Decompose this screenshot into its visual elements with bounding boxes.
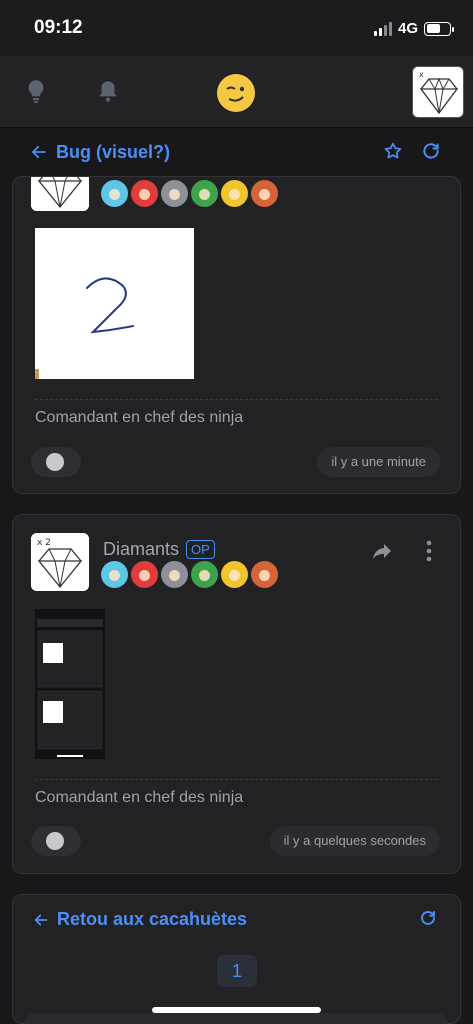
badge-icon[interactable] — [251, 180, 278, 207]
op-badge: OP — [186, 540, 215, 559]
back-arrow-icon[interactable] — [30, 143, 48, 161]
badge-icon[interactable] — [101, 561, 128, 588]
badge-icon[interactable] — [161, 180, 188, 207]
badge-icon[interactable] — [161, 561, 188, 588]
refresh-icon[interactable] — [419, 909, 437, 927]
author-avatar[interactable]: x 2 — [31, 533, 89, 591]
badge-icon[interactable] — [251, 561, 278, 588]
status-bar: 09:12 4G — [0, 0, 473, 56]
post-timestamp[interactable]: il y a quelques secondes — [269, 826, 440, 856]
badge-icon[interactable] — [131, 561, 158, 588]
back-arrow-icon — [34, 913, 48, 926]
home-indicator[interactable] — [152, 1007, 321, 1013]
battery-icon — [424, 21, 454, 36]
post-card: x 2 Diamants OP Comandant en chef des ni… — [12, 514, 461, 874]
author-avatar[interactable] — [31, 177, 89, 211]
badge-icon[interactable] — [131, 180, 158, 207]
refresh-icon[interactable] — [421, 141, 441, 161]
post-timestamp[interactable]: il y a une minute — [317, 447, 440, 477]
user-avatar[interactable]: x — [412, 66, 464, 118]
network-label: 4G — [397, 20, 418, 37]
badge-icon[interactable] — [191, 180, 218, 207]
badge-list — [101, 180, 278, 207]
svg-text:x 2: x 2 — [37, 538, 51, 548]
post-signature: Comandant en chef des ninja — [35, 789, 244, 806]
badge-icon[interactable] — [221, 180, 248, 207]
reaction-button[interactable] — [31, 826, 81, 856]
more-options-icon[interactable] — [424, 539, 434, 563]
status-time: 09:12 — [34, 17, 83, 38]
badge-list — [101, 561, 278, 588]
badge-icon[interactable] — [191, 561, 218, 588]
bottom-sheet — [26, 1013, 447, 1024]
thread-header: Bug (visuel?) — [30, 136, 445, 168]
thread-footer: Retou aux cacahuètes 1 — [12, 894, 461, 1024]
divider — [35, 779, 438, 780]
page-number-button[interactable]: 1 — [217, 955, 257, 987]
emoji-face-icon — [46, 453, 64, 471]
post-card: 2 Comandant en chef des ninja il y a une… — [12, 176, 461, 494]
back-link-label: Retou aux cacahuètes — [57, 909, 248, 929]
divider — [35, 399, 438, 400]
badge-icon[interactable] — [101, 180, 128, 207]
badge-icon[interactable] — [221, 561, 248, 588]
author-name-row: Diamants OP — [103, 539, 215, 560]
author-name[interactable]: Diamants — [103, 539, 179, 560]
emoji-face-icon — [46, 832, 64, 850]
back-link[interactable]: Retou aux cacahuètes — [33, 909, 247, 930]
lightbulb-icon[interactable] — [23, 78, 49, 104]
thread-title[interactable]: Bug (visuel?) — [56, 142, 170, 163]
share-icon[interactable] — [370, 539, 394, 563]
star-icon[interactable] — [383, 141, 403, 161]
post-signature: Comandant en chef des ninja — [35, 409, 244, 426]
signal-icon — [373, 21, 392, 36]
reaction-button[interactable] — [31, 447, 81, 477]
post-screenshot-image[interactable] — [35, 609, 105, 759]
app-logo-icon[interactable] — [217, 74, 255, 112]
svg-text:x: x — [419, 70, 424, 79]
bell-icon[interactable] — [95, 78, 121, 104]
post-image[interactable]: 2 — [35, 228, 194, 379]
